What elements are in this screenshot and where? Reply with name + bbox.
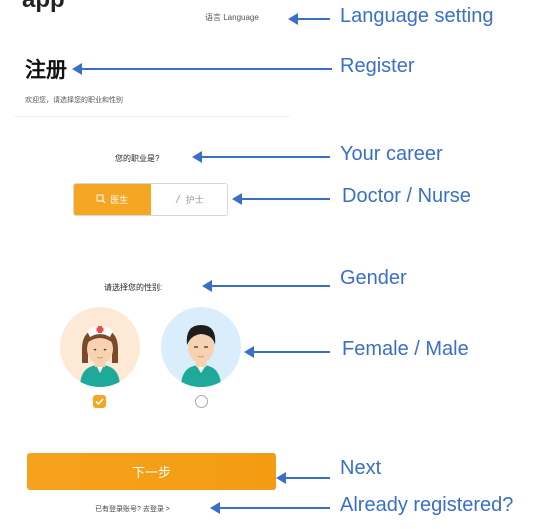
career-option-doctor[interactable]: 医生 bbox=[74, 184, 151, 215]
annotation-arrow bbox=[276, 472, 330, 484]
annotation-language: Language setting bbox=[340, 5, 494, 27]
career-option-label: 护士 bbox=[185, 195, 204, 205]
male-radio[interactable] bbox=[195, 395, 208, 408]
annotation-career: Your career bbox=[340, 143, 443, 165]
annotation-arrow bbox=[72, 63, 332, 75]
app-title: app bbox=[22, 0, 65, 14]
page-title: 注册 bbox=[25, 59, 67, 82]
annotation-next: Next bbox=[340, 457, 382, 479]
language-setting-link[interactable]: 语言 Language bbox=[205, 12, 259, 23]
welcome-text: 欢迎您，请选择您的职业和性别 bbox=[25, 97, 123, 104]
male-avatar[interactable] bbox=[161, 307, 241, 387]
annotation-arrow bbox=[210, 502, 330, 514]
male-icon bbox=[181, 325, 221, 387]
annotation-already: Already registered? bbox=[340, 494, 514, 516]
next-button[interactable]: 下一步 bbox=[27, 453, 276, 490]
annotation-arrow bbox=[244, 346, 330, 358]
divider bbox=[14, 116, 290, 117]
annotation-arrow bbox=[288, 13, 330, 25]
career-option-nurse[interactable]: 护士 bbox=[150, 184, 227, 215]
female-checkbox[interactable] bbox=[93, 395, 106, 408]
female-avatar[interactable] bbox=[60, 307, 140, 387]
career-question: 您的职业是? bbox=[115, 154, 160, 163]
career-toggle: 医生 护士 bbox=[73, 183, 228, 216]
annotation-arrow bbox=[232, 193, 330, 205]
nurse-icon bbox=[174, 194, 182, 206]
login-link[interactable]: 已有登录账号? 去登录 > bbox=[95, 504, 170, 514]
annotation-arrow bbox=[202, 280, 330, 292]
annotation-doctor-nurse: Doctor / Nurse bbox=[342, 185, 471, 207]
check-icon bbox=[95, 398, 104, 406]
annotation-arrow bbox=[192, 151, 330, 163]
annotation-gender: Gender bbox=[340, 267, 407, 289]
annotation-register: Register bbox=[340, 55, 415, 77]
female-nurse-icon bbox=[80, 326, 120, 387]
career-option-label: 医生 bbox=[110, 195, 129, 205]
doctor-icon bbox=[96, 194, 106, 206]
gender-question: 请选择您的性别: bbox=[104, 283, 163, 292]
annotation-female-male: Female / Male bbox=[342, 338, 469, 360]
